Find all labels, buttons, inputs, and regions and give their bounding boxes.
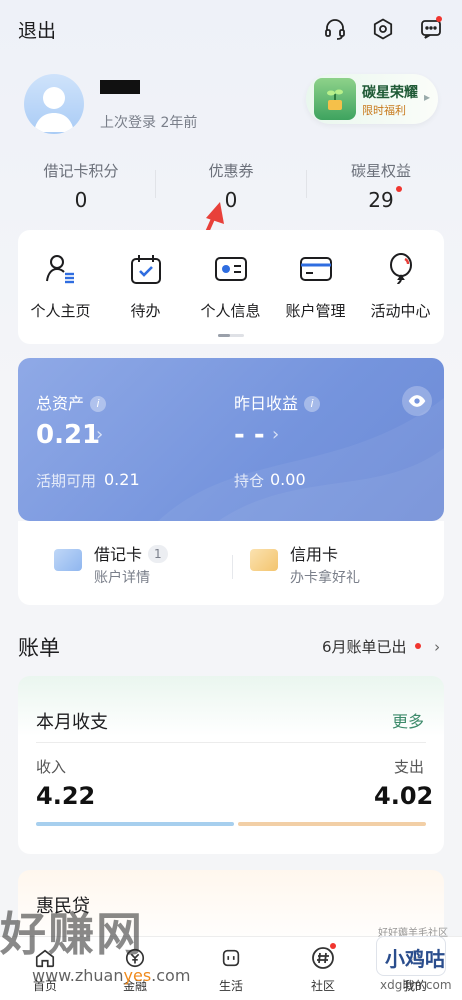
message-unread-dot	[436, 16, 442, 22]
credit-card-icon	[250, 549, 278, 571]
last-login-text: 上次登录 2年前	[100, 115, 198, 131]
stat-value-points[interactable]: 0	[6, 188, 156, 212]
yesterday-earnings-label: 昨日收益 i	[234, 390, 321, 414]
info-icon: i	[90, 396, 107, 412]
cards-row: 借记卡 1 账户详情 信用卡 办卡拿好礼	[18, 521, 444, 605]
nav-community[interactable]: 社区	[288, 945, 358, 994]
debit-card-icon	[54, 549, 82, 571]
credit-card-subtitle[interactable]: 办卡拿好礼	[290, 567, 360, 587]
quick-actions-card: 个人主页 待办 个人信息 账户管理 活动中心	[18, 230, 444, 344]
debit-card-title[interactable]: 借记卡 1	[94, 541, 168, 565]
headset-icon[interactable]	[322, 16, 348, 42]
chevron-right-icon: ▸	[424, 90, 431, 104]
nav-life[interactable]: 生活	[196, 945, 266, 994]
debit-count-badge: 1	[148, 545, 168, 563]
quick-action-todo[interactable]: 待办	[103, 252, 188, 321]
quick-action-profile[interactable]: 个人主页	[18, 252, 103, 321]
watermark-right-badge: 小鸡咕	[376, 936, 446, 976]
watermark-right-text: 小鸡咕	[385, 947, 445, 971]
bill-section-title: 账单	[18, 636, 60, 660]
honor-subtitle: 限时福利	[362, 104, 406, 117]
rights-new-dot	[396, 186, 402, 192]
stat-label-rights[interactable]: 碳星权益	[306, 160, 456, 181]
cards-divider	[232, 555, 233, 579]
stat-value-rights[interactable]: 29	[306, 188, 456, 212]
quick-action-info[interactable]: 个人信息	[188, 252, 273, 321]
quick-action-label: 个人信息	[200, 302, 261, 320]
calendar-check-icon	[128, 252, 164, 286]
quick-action-events[interactable]: 活动中心	[358, 252, 443, 321]
info-icon: i	[304, 396, 321, 412]
community-new-dot	[330, 943, 336, 949]
logout-button[interactable]: 退出	[18, 16, 56, 43]
total-assets-label: 总资产 i	[36, 390, 107, 414]
expense-bar	[238, 822, 426, 826]
watermark-url: www.zhuanyes.com	[32, 966, 191, 985]
quick-action-label: 个人主页	[30, 302, 91, 320]
debit-card-subtitle[interactable]: 账户详情	[94, 567, 150, 587]
asset-card-decoration	[158, 398, 444, 521]
quick-action-label: 账户管理	[285, 302, 346, 320]
top-bar: 退出	[0, 0, 462, 60]
holdings-value: 0.00	[270, 470, 306, 489]
quick-action-label: 待办	[130, 302, 161, 320]
honor-banner[interactable]: 碳星荣耀 限时福利 ▸	[306, 74, 438, 124]
divider	[36, 742, 426, 743]
balloon-icon	[383, 252, 419, 286]
username-redacted	[100, 80, 140, 94]
honor-title: 碳星荣耀	[362, 85, 418, 101]
id-card-icon	[213, 252, 249, 286]
monthly-summary-title: 本月收支	[36, 712, 108, 733]
eye-icon[interactable]	[402, 386, 432, 416]
more-link[interactable]: 更多	[392, 708, 424, 732]
current-available-label: 活期可用	[36, 472, 97, 490]
person-list-icon	[43, 252, 79, 286]
holdings-label: 持仓	[234, 472, 265, 490]
yesterday-earnings-value[interactable]: - -	[234, 420, 265, 450]
income-value: 4.22	[36, 782, 96, 810]
credit-card-title[interactable]: 信用卡	[290, 541, 338, 565]
nav-label: 生活	[218, 979, 243, 993]
expense-label: 支出	[394, 758, 425, 776]
total-assets-value[interactable]: 0.21	[36, 420, 100, 450]
asset-card[interactable]: 总资产 i 0.21 › 昨日收益 i - - › 活期可用 0.21 持仓 0.0…	[18, 358, 444, 521]
quick-action-label: 活动中心	[370, 302, 431, 320]
page-indicator-active	[218, 334, 230, 337]
stat-label-coupons[interactable]: 优惠券	[156, 160, 306, 181]
card-icon	[298, 252, 334, 286]
bill-notice-link[interactable]: 6月账单已出 ›	[322, 636, 440, 657]
watermark-right-url: xdgltm.com	[380, 978, 452, 992]
quick-action-account[interactable]: 账户管理	[273, 252, 358, 321]
watermark-logo-text: 好赚网	[0, 907, 144, 961]
current-available-value: 0.21	[104, 470, 140, 489]
monthly-bill-card[interactable]: 本月收支 更多 收入 支出 4.22 4.02	[18, 676, 444, 854]
settings-hex-icon[interactable]	[370, 16, 396, 42]
chevron-right-icon: ›	[272, 424, 280, 445]
bill-new-dot	[415, 643, 422, 649]
nav-label: 社区	[310, 979, 335, 993]
avatar[interactable]	[24, 74, 84, 134]
life-icon	[218, 945, 244, 971]
income-label: 收入	[36, 758, 67, 776]
stat-label-points[interactable]: 借记卡积分	[6, 160, 156, 181]
income-bar	[36, 822, 234, 826]
chevron-right-icon: ›	[96, 424, 104, 445]
plant-badge-icon	[314, 78, 356, 120]
expense-value: 4.02	[374, 782, 434, 810]
chevron-right-icon: ›	[434, 638, 441, 656]
